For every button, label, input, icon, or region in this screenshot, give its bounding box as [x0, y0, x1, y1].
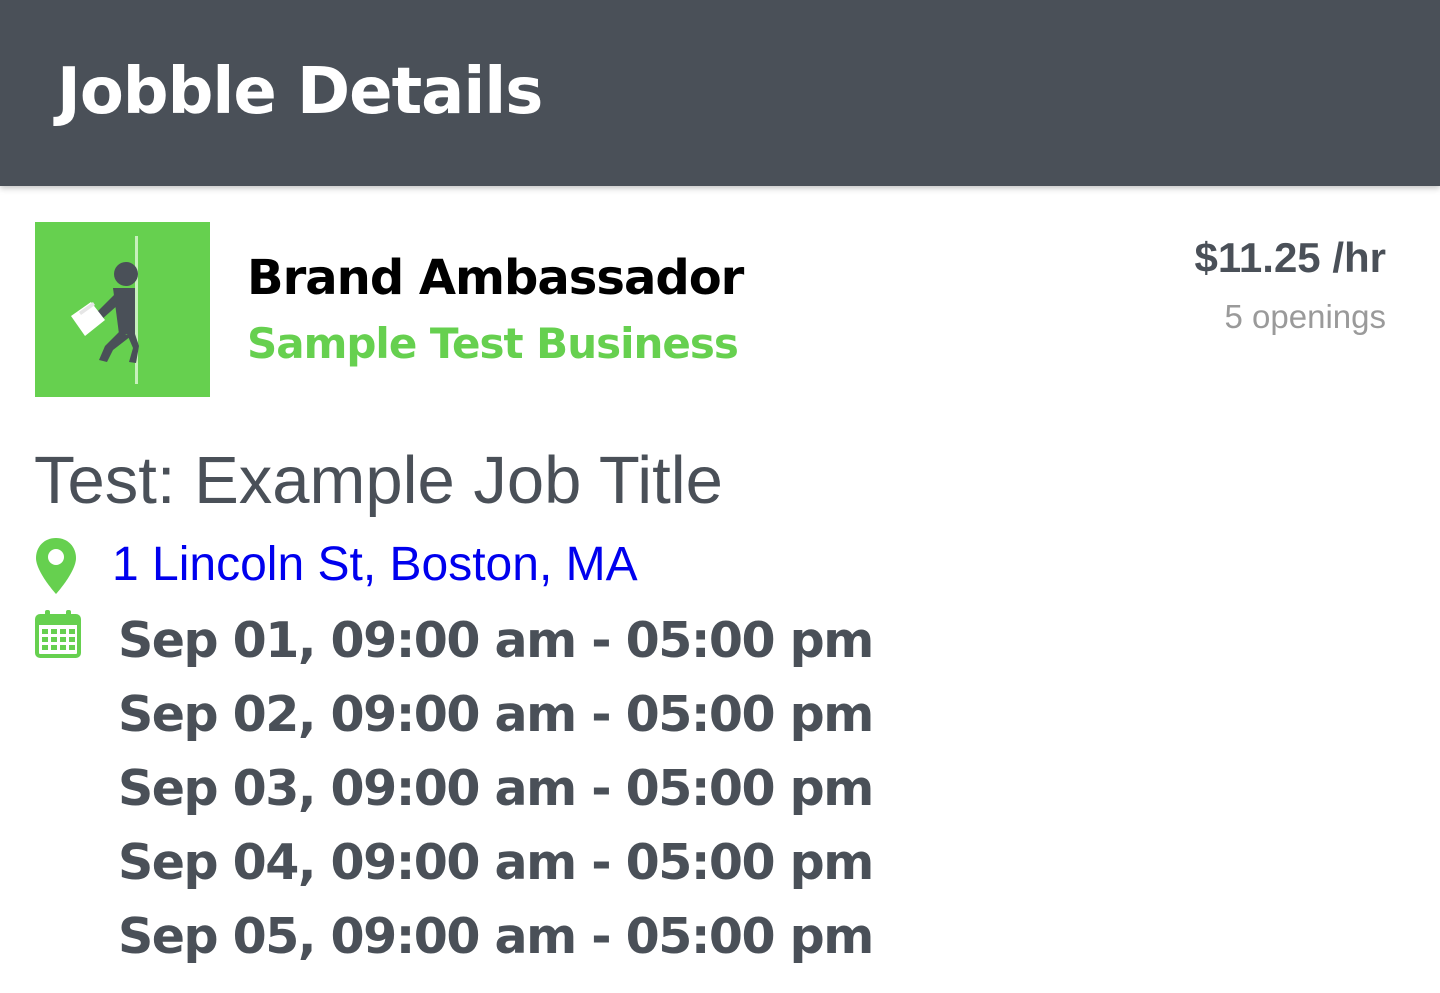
calendar-icon — [35, 610, 81, 658]
schedule-item: Sep 01, 09:00 am - 05:00 pm — [118, 612, 874, 669]
schedule-item: Sep 03, 09:00 am - 05:00 pm — [118, 760, 874, 817]
business-logo — [35, 222, 210, 397]
address-link[interactable]: 1 Lincoln St, Boston, MA — [112, 536, 638, 594]
worker-carrying-papers-icon — [71, 236, 139, 384]
page-title: Jobble Details — [57, 55, 543, 129]
job-title: Test: Example Job Title — [34, 443, 723, 518]
openings-count: 5 openings — [1224, 298, 1386, 335]
app-bar: Jobble Details — [0, 0, 1440, 186]
pay-rate: $11.25 /hr — [1194, 234, 1386, 281]
business-name[interactable]: Sample Test Business — [247, 316, 739, 372]
schedule-item: Sep 04, 09:00 am - 05:00 pm — [118, 834, 874, 891]
schedule-item: Sep 05, 09:00 am - 05:00 pm — [118, 908, 874, 965]
position-title: Brand Ambassador — [247, 250, 744, 306]
schedule-list: Sep 01, 09:00 am - 05:00 pm Sep 02, 09:0… — [118, 604, 874, 974]
schedule-item: Sep 02, 09:00 am - 05:00 pm — [118, 686, 874, 743]
map-pin-icon — [36, 538, 76, 594]
